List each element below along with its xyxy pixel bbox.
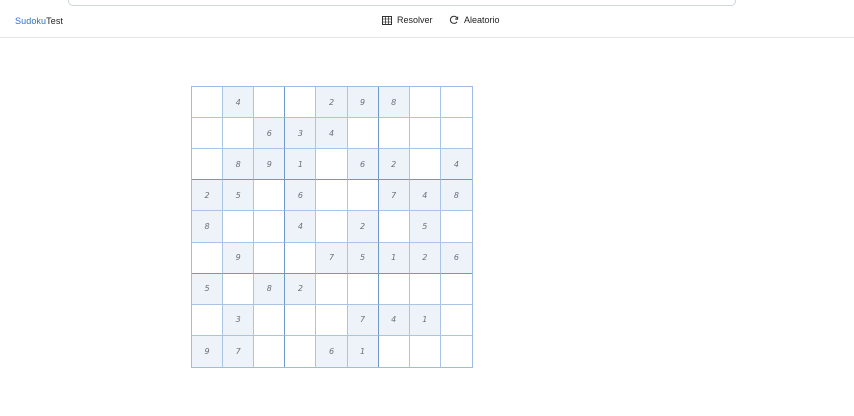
sudoku-cell[interactable]: 8 bbox=[378, 87, 410, 119]
sudoku-cell[interactable] bbox=[316, 304, 348, 336]
sudoku-cell[interactable]: 4 bbox=[316, 118, 348, 150]
sudoku-cell[interactable] bbox=[440, 87, 472, 119]
sudoku-cell[interactable] bbox=[378, 118, 410, 150]
sudoku-cell[interactable]: 8 bbox=[440, 180, 472, 212]
sudoku-cell[interactable] bbox=[254, 180, 286, 212]
sudoku-cell[interactable] bbox=[440, 273, 472, 305]
sudoku-cell[interactable] bbox=[409, 118, 441, 150]
sudoku-cell[interactable]: 6 bbox=[285, 180, 317, 212]
sudoku-cell[interactable]: 3 bbox=[285, 118, 317, 150]
sudoku-cell[interactable] bbox=[347, 273, 379, 305]
aleatorio-label: Aleatorio bbox=[464, 15, 500, 25]
sudoku-cell[interactable] bbox=[409, 273, 441, 305]
sudoku-cell[interactable]: 5 bbox=[223, 180, 255, 212]
sudoku-cell[interactable]: 4 bbox=[409, 180, 441, 212]
sudoku-cell[interactable] bbox=[254, 335, 286, 367]
brand-part-1: Sudoku bbox=[15, 16, 47, 26]
navbar: SudokuTest Resolver Aleatorio bbox=[0, 6, 854, 38]
sudoku-cell[interactable] bbox=[316, 211, 348, 243]
sudoku-cell[interactable]: 8 bbox=[192, 211, 224, 243]
sudoku-cell[interactable]: 1 bbox=[409, 304, 441, 336]
sudoku-cell[interactable]: 6 bbox=[316, 335, 348, 367]
sudoku-cell[interactable] bbox=[316, 149, 348, 181]
sudoku-cell[interactable] bbox=[440, 335, 472, 367]
sudoku-cell[interactable]: 7 bbox=[378, 180, 410, 212]
sudoku-cell[interactable]: 7 bbox=[316, 242, 348, 274]
sudoku-cell[interactable] bbox=[347, 180, 379, 212]
sudoku-cell[interactable]: 5 bbox=[192, 273, 224, 305]
sudoku-cell[interactable]: 5 bbox=[409, 211, 441, 243]
sudoku-cell[interactable]: 3 bbox=[223, 304, 255, 336]
sudoku-cell[interactable] bbox=[285, 304, 317, 336]
brand-logo[interactable]: SudokuTest bbox=[15, 16, 63, 26]
refresh-icon bbox=[449, 15, 459, 24]
sudoku-cell[interactable]: 6 bbox=[347, 149, 379, 181]
sudoku-cell[interactable]: 2 bbox=[316, 87, 348, 119]
sudoku-cell[interactable] bbox=[223, 118, 255, 150]
sudoku-cell[interactable] bbox=[409, 149, 441, 181]
sudoku-cell[interactable]: 2 bbox=[378, 149, 410, 181]
sudoku-cell[interactable] bbox=[254, 242, 286, 274]
sudoku-cell[interactable] bbox=[285, 87, 317, 119]
sudoku-cell[interactable] bbox=[347, 118, 379, 150]
sudoku-cell[interactable] bbox=[254, 87, 286, 119]
sudoku-cell[interactable] bbox=[440, 211, 472, 243]
sudoku-cell[interactable] bbox=[192, 87, 224, 119]
sudoku-cell[interactable]: 2 bbox=[347, 211, 379, 243]
sudoku-cell[interactable] bbox=[254, 304, 286, 336]
sudoku-cell[interactable] bbox=[440, 304, 472, 336]
sudoku-cell[interactable] bbox=[285, 242, 317, 274]
sudoku-cell[interactable]: 1 bbox=[347, 335, 379, 367]
sudoku-cell[interactable]: 4 bbox=[285, 211, 317, 243]
sudoku-cell[interactable]: 7 bbox=[347, 304, 379, 336]
sudoku-cell[interactable]: 2 bbox=[409, 242, 441, 274]
sudoku-cell[interactable]: 2 bbox=[192, 180, 224, 212]
resolver-label: Resolver bbox=[397, 15, 433, 25]
sudoku-cell[interactable]: 7 bbox=[223, 335, 255, 367]
sudoku-cell[interactable]: 8 bbox=[223, 149, 255, 181]
sudoku-cell[interactable] bbox=[285, 335, 317, 367]
sudoku-cell[interactable]: 5 bbox=[347, 242, 379, 274]
sudoku-cell[interactable] bbox=[378, 273, 410, 305]
sudoku-cell[interactable]: 1 bbox=[378, 242, 410, 274]
sudoku-cell[interactable]: 4 bbox=[223, 87, 255, 119]
sudoku-cell[interactable] bbox=[223, 211, 255, 243]
sudoku-cell[interactable] bbox=[440, 118, 472, 150]
sudoku-cell[interactable]: 6 bbox=[254, 118, 286, 150]
sudoku-cell[interactable] bbox=[378, 211, 410, 243]
sudoku-cell[interactable]: 4 bbox=[378, 304, 410, 336]
resolver-button[interactable]: Resolver bbox=[382, 15, 433, 25]
sudoku-cell[interactable]: 8 bbox=[254, 273, 286, 305]
sudoku-cell[interactable]: 9 bbox=[254, 149, 286, 181]
sudoku-cell[interactable] bbox=[316, 273, 348, 305]
aleatorio-button[interactable]: Aleatorio bbox=[449, 15, 500, 25]
sudoku-cell[interactable] bbox=[192, 118, 224, 150]
sudoku-cell[interactable]: 1 bbox=[285, 149, 317, 181]
sudoku-cell[interactable]: 9 bbox=[192, 335, 224, 367]
sudoku-cell[interactable] bbox=[192, 304, 224, 336]
sudoku-cell[interactable] bbox=[223, 273, 255, 305]
sudoku-cell[interactable]: 9 bbox=[347, 87, 379, 119]
sudoku-cell[interactable] bbox=[316, 180, 348, 212]
sudoku-cell[interactable]: 4 bbox=[440, 149, 472, 181]
sudoku-cell[interactable] bbox=[409, 335, 441, 367]
sudoku-cell[interactable]: 9 bbox=[223, 242, 255, 274]
sudoku-cell[interactable] bbox=[409, 87, 441, 119]
sudoku-cell[interactable] bbox=[192, 242, 224, 274]
sudoku-cell[interactable]: 2 bbox=[285, 273, 317, 305]
sudoku-cell[interactable] bbox=[378, 335, 410, 367]
sudoku-cell[interactable]: 6 bbox=[440, 242, 472, 274]
grid-icon bbox=[382, 15, 392, 25]
brand-part-2: Test bbox=[46, 16, 64, 26]
sudoku-cell[interactable] bbox=[254, 211, 286, 243]
sudoku-board: 4298634891624256748842597512658237419761 bbox=[191, 86, 473, 368]
sudoku-cell[interactable] bbox=[192, 149, 224, 181]
